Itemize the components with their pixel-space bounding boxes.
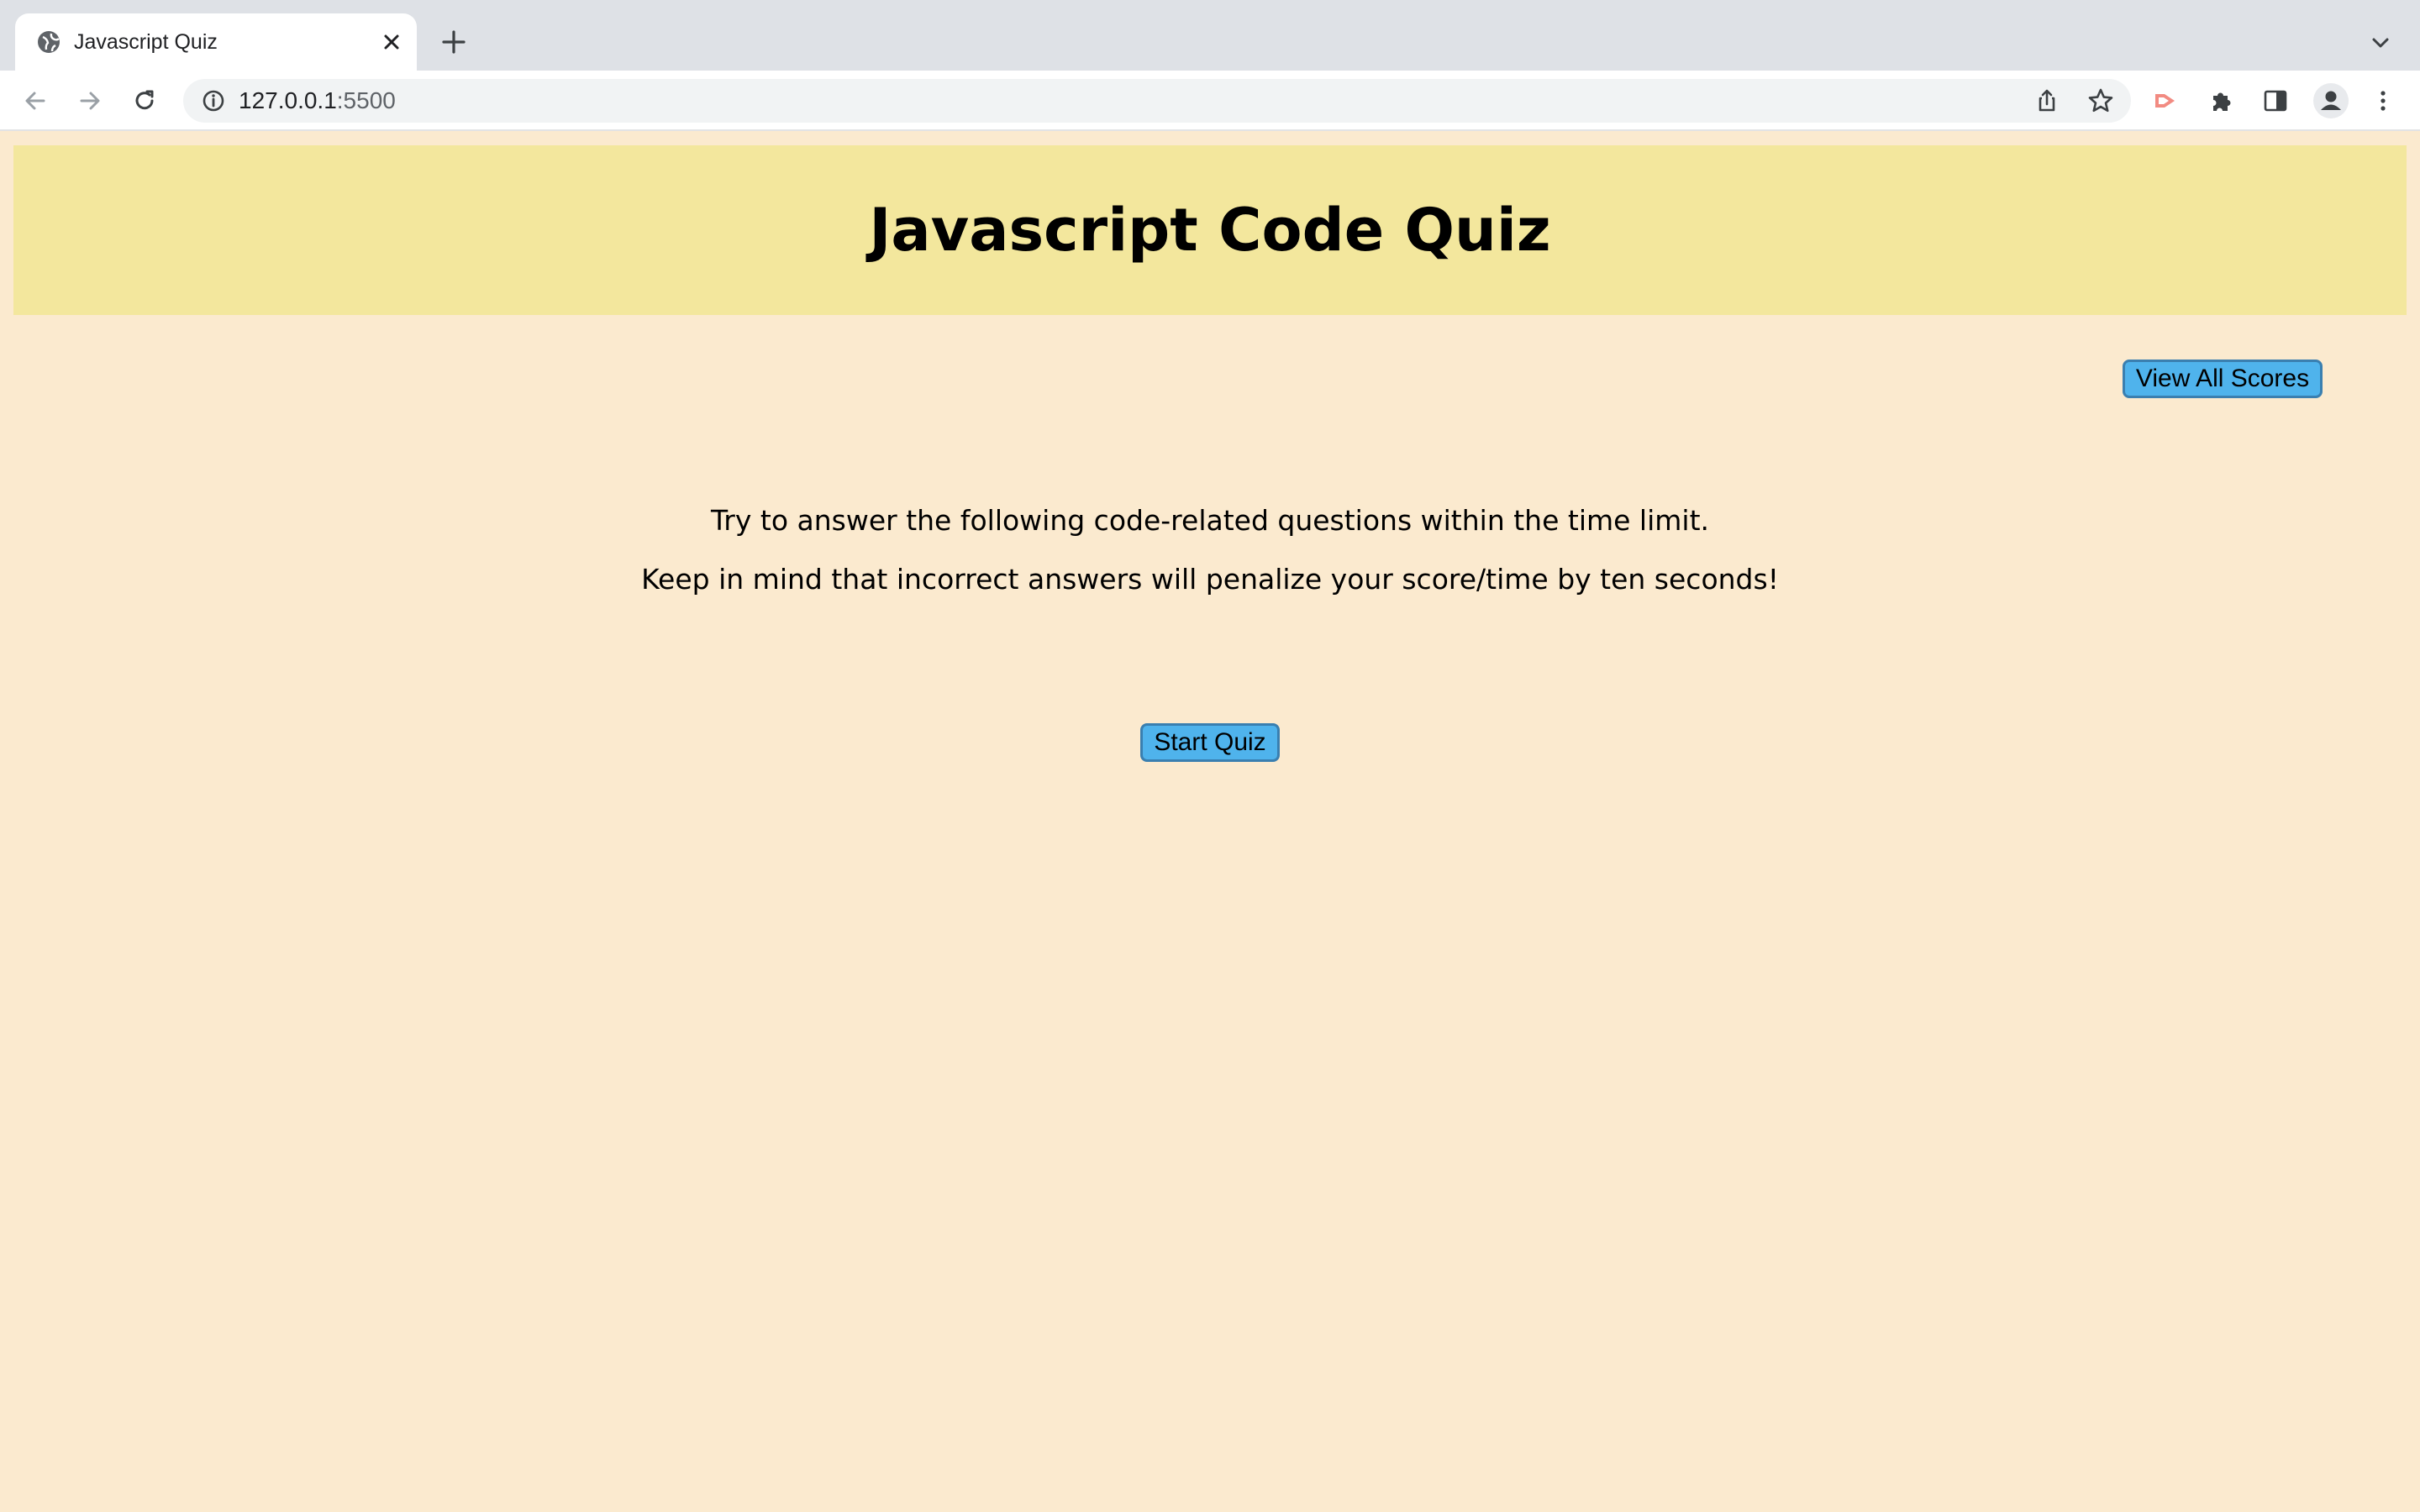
browser-tab-strip: Javascript Quiz — [0, 0, 2420, 71]
page-title: Javascript Code Quiz — [869, 196, 1551, 265]
view-all-scores-button[interactable]: View All Scores — [2123, 360, 2323, 398]
plus-icon[interactable] — [439, 27, 469, 57]
info-icon[interactable] — [200, 87, 227, 114]
chevron-down-icon[interactable] — [2368, 30, 2393, 55]
page-content: Javascript Code Quiz View All Scores Try… — [0, 132, 2420, 1512]
browser-tab[interactable]: Javascript Quiz — [15, 13, 417, 71]
tab-title: Javascript Quiz — [74, 30, 218, 54]
address-bar[interactable]: 127.0.0.1:5500 — [183, 79, 2131, 123]
globe-icon — [38, 31, 60, 53]
kebab-menu-icon[interactable] — [2368, 86, 2398, 116]
share-icon[interactable] — [2032, 86, 2062, 116]
star-icon[interactable] — [2086, 86, 2116, 116]
close-icon[interactable] — [378, 29, 405, 55]
browser-toolbar: 127.0.0.1:5500 — [0, 71, 2420, 131]
url-host: 127.0.0.1 — [239, 87, 337, 113]
start-quiz-button[interactable]: Start Quiz — [1140, 723, 1280, 762]
side-panel-icon[interactable] — [2260, 86, 2291, 116]
url-port: :5500 — [336, 87, 396, 113]
reload-icon[interactable] — [129, 86, 160, 116]
page-header: Javascript Code Quiz — [13, 145, 2407, 315]
profile-avatar-icon[interactable] — [2312, 82, 2349, 119]
url-text: 127.0.0.1:5500 — [239, 79, 396, 123]
forward-arrow-icon[interactable] — [75, 86, 105, 116]
back-arrow-icon[interactable] — [20, 86, 50, 116]
intro-text-line-1: Try to answer the following code-related… — [711, 504, 1709, 537]
intro-text-line-2: Keep in mind that incorrect answers will… — [641, 563, 1779, 596]
cast-icon[interactable] — [2151, 86, 2181, 116]
puzzle-icon[interactable] — [2207, 86, 2237, 116]
